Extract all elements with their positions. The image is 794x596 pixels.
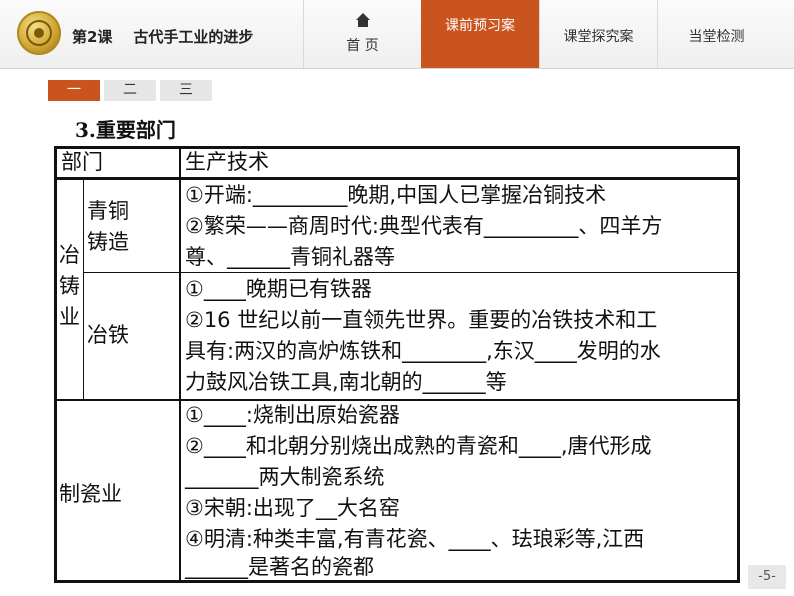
- subgroup-divider: [83, 180, 84, 400]
- porcelain-line-4: ③宋朝:出现了__大名窑: [185, 496, 400, 520]
- bronze-label-2: 铸造: [87, 230, 129, 254]
- lesson-title: 第2课 古代手工业的进步: [72, 28, 254, 46]
- subtab-1[interactable]: 一: [48, 80, 100, 101]
- nav-check-label: 当堂检测: [688, 29, 745, 45]
- bronze-line-1: ①开端:_________晚期,中国人已掌握冶铜技术: [185, 183, 607, 207]
- subtab-3[interactable]: 三: [160, 80, 212, 101]
- nav-home[interactable]: 首 页: [303, 0, 421, 68]
- bronze-label-1: 青铜: [87, 199, 129, 223]
- nav-explore-label: 课堂探究案: [563, 29, 634, 45]
- page-number: -5-: [748, 565, 786, 589]
- section-title: 3.重要部门: [75, 118, 176, 142]
- porcelain-line-2: ②____和北朝分别烧出成熟的青瓷和____,唐代形成: [185, 434, 652, 458]
- column-divider: [179, 149, 181, 580]
- header-tech: 生产技术: [185, 150, 269, 174]
- nav-explore[interactable]: 课堂探究案: [539, 0, 657, 68]
- porcelain-label: 制瓷业: [59, 482, 122, 506]
- iron-label: 冶铁: [87, 323, 129, 347]
- bronze-line-3: 尊、______青铜礼器等: [185, 245, 395, 269]
- bronze-line-2: ②繁荣——商周时代:典型代表有_________、四羊方: [185, 214, 663, 238]
- porcelain-line-5: ④明清:种类丰富,有青花瓷、____、珐琅彩等,江西: [185, 527, 645, 551]
- metallurgy-label-3: 业: [59, 305, 80, 329]
- nav-home-label: 首 页: [346, 38, 379, 54]
- metallurgy-label-1: 冶: [59, 243, 80, 267]
- porcelain-line-6: ______是著名的瓷都: [185, 555, 374, 579]
- bronze-iron-divider: [83, 272, 737, 273]
- nav-preview[interactable]: 课前预习案: [421, 0, 539, 68]
- iron-line-2: ②16 世纪以前一直领先世界。重要的冶铁技术和工: [185, 308, 658, 332]
- header-dept: 部门: [61, 150, 103, 174]
- industry-table: 部门 生产技术 冶 铸 业 青铜 铸造 ①开端:_________晚期,中国人已…: [54, 146, 740, 583]
- iron-line-3: 具有:两汉的高炉炼铁和________,东汉____发明的水: [185, 339, 661, 363]
- iron-line-4: 力鼓风冶铁工具,南北朝的______等: [185, 370, 507, 394]
- school-logo: [17, 11, 61, 55]
- subtab-2[interactable]: 二: [104, 80, 156, 101]
- home-icon: [355, 13, 370, 27]
- iron-line-1: ①____晚期已有铁器: [185, 277, 372, 301]
- porcelain-line-1: ①____:烧制出原始瓷器: [185, 403, 400, 427]
- metallurgy-label-2: 铸: [59, 274, 80, 298]
- porcelain-line-3: _______两大制瓷系统: [185, 465, 385, 489]
- top-bar: 第2课 古代手工业的进步 首 页 课前预习案 课堂探究案 当堂检测: [0, 0, 794, 69]
- nav-check[interactable]: 当堂检测: [657, 0, 775, 68]
- nav-preview-label: 课前预习案: [445, 18, 515, 34]
